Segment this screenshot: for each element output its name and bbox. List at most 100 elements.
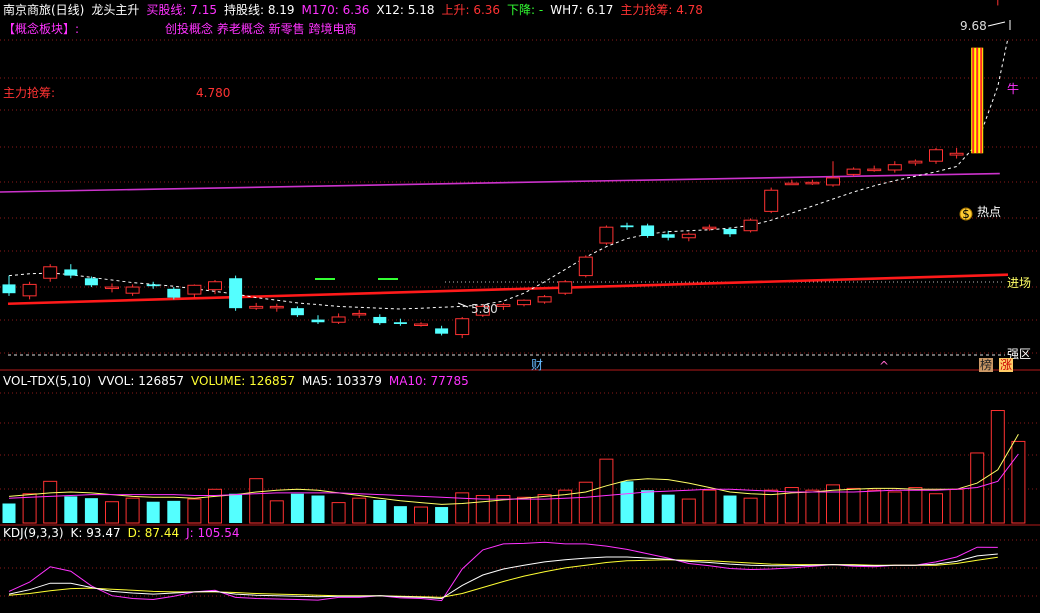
- candle-1[interactable]: [22, 283, 37, 297]
- vol-bar-0[interactable]: [2, 503, 16, 523]
- candle-31[interactable]: [641, 225, 655, 236]
- vol-bar-9[interactable]: [187, 498, 202, 524]
- vol-bar-36[interactable]: [743, 497, 758, 524]
- candle-10[interactable]: [208, 281, 222, 291]
- candle-46[interactable]: [949, 152, 964, 156]
- vol-bar-35[interactable]: [723, 495, 737, 523]
- candle-7[interactable]: [146, 284, 160, 287]
- vol-bar-14[interactable]: [290, 493, 304, 523]
- kdj-d-line: [8, 556, 998, 598]
- candle-35[interactable]: [723, 228, 737, 235]
- candle-20[interactable]: [414, 323, 428, 326]
- vol-bar-21[interactable]: [435, 507, 449, 523]
- vol-bar-3[interactable]: [64, 496, 78, 523]
- main-force-label: 主力抢筹:: [3, 85, 55, 100]
- header-item-5: X12: 5.18: [376, 3, 434, 17]
- vol-bar-18[interactable]: [373, 499, 387, 523]
- candle-43[interactable]: [887, 164, 902, 171]
- candle-26[interactable]: [537, 296, 552, 303]
- candle-17[interactable]: [352, 312, 367, 316]
- candle-33[interactable]: [681, 233, 696, 239]
- candle-24[interactable]: [496, 304, 511, 307]
- vol-bar-25[interactable]: [517, 496, 531, 524]
- candle-41[interactable]: [846, 168, 861, 175]
- vol-bar-31[interactable]: [641, 490, 655, 523]
- candle-18[interactable]: [373, 316, 387, 324]
- vol-bar-17[interactable]: [352, 497, 367, 524]
- vol-ma5-line: [8, 434, 1019, 505]
- candle-19[interactable]: [393, 322, 407, 324]
- candle-27[interactable]: [558, 281, 573, 294]
- vol-bar-12[interactable]: [249, 478, 264, 524]
- candle-12[interactable]: [249, 305, 264, 309]
- vol-bar-5[interactable]: [105, 501, 119, 524]
- stock-chart[interactable]: $ 南京商旅(日线) 龙头主升 买股线: 7.15 持股线: 8.19 M170: 6.…: [0, 0, 1040, 613]
- candle-39[interactable]: [805, 181, 820, 185]
- candle-30[interactable]: [620, 225, 634, 228]
- candle-11[interactable]: [229, 278, 243, 309]
- candle-28[interactable]: [578, 256, 593, 277]
- candle-22[interactable]: [455, 318, 470, 336]
- vol-bar-37[interactable]: [764, 489, 779, 524]
- vol-bar-15[interactable]: [311, 495, 325, 523]
- vol-bar-43[interactable]: [887, 491, 902, 524]
- vol-bar-19[interactable]: [393, 506, 407, 523]
- vol-bar-11[interactable]: [229, 493, 243, 523]
- vol-bar-32[interactable]: [661, 494, 675, 523]
- vol-bar-28[interactable]: [578, 481, 593, 524]
- candle-29[interactable]: [599, 226, 614, 244]
- vol-bar-42[interactable]: [867, 489, 882, 524]
- candle-5[interactable]: [105, 286, 119, 290]
- vol-bar-44[interactable]: [908, 487, 923, 524]
- candle-9[interactable]: [187, 284, 202, 295]
- vol-bar-33[interactable]: [681, 498, 696, 524]
- vol-bar-20[interactable]: [414, 506, 428, 524]
- candle-8[interactable]: [167, 288, 181, 298]
- candle-40[interactable]: [826, 177, 840, 186]
- vol-bar-10[interactable]: [208, 488, 222, 524]
- candle-25[interactable]: [517, 299, 531, 306]
- candle-32[interactable]: [661, 234, 675, 238]
- candle-44[interactable]: [908, 160, 923, 164]
- vol-bar-16[interactable]: [331, 502, 346, 524]
- candle-14[interactable]: [290, 308, 304, 316]
- candle-6[interactable]: [125, 286, 140, 294]
- candle-42[interactable]: [867, 168, 882, 172]
- candle-34[interactable]: [702, 226, 717, 230]
- vol-bar-46[interactable]: [949, 488, 964, 524]
- candle-3[interactable]: [64, 269, 78, 276]
- vol-bar-8[interactable]: [167, 500, 181, 523]
- vol-bar-45[interactable]: [929, 493, 943, 524]
- candle-36[interactable]: [743, 219, 758, 232]
- vol-bar-29[interactable]: [599, 458, 614, 524]
- candle-37[interactable]: [764, 189, 779, 212]
- candle-0[interactable]: [2, 284, 16, 294]
- vol-bar-23[interactable]: [475, 495, 490, 524]
- candle-45[interactable]: [929, 149, 943, 162]
- vol-bar-34[interactable]: [702, 489, 717, 524]
- candle-21[interactable]: [435, 328, 449, 334]
- candle-16[interactable]: [331, 316, 346, 323]
- kdj-legend-1: K: 93.47: [71, 526, 121, 540]
- kdj-panel[interactable]: [8, 541, 998, 602]
- volume-panel[interactable]: [2, 410, 1026, 524]
- vol-bar-4[interactable]: [84, 498, 98, 523]
- candle-38[interactable]: [784, 182, 799, 186]
- vol-bar-2[interactable]: [43, 480, 58, 524]
- candle-13[interactable]: [269, 305, 284, 309]
- vol-bar-22[interactable]: [455, 492, 470, 524]
- vol-bar-6[interactable]: [125, 497, 140, 524]
- vol-bar-1[interactable]: [22, 493, 37, 524]
- vol-bar-13[interactable]: [269, 500, 284, 524]
- vol-bar-49[interactable]: [1011, 440, 1026, 524]
- vol-bar-7[interactable]: [146, 501, 160, 523]
- candle-4[interactable]: [84, 278, 98, 286]
- vol-bar-39[interactable]: [805, 489, 820, 524]
- header-item-3: 持股线: 8.19: [224, 2, 295, 17]
- vol-bar-48[interactable]: [990, 410, 1005, 524]
- vol-bar-30[interactable]: [620, 481, 634, 523]
- candle-15[interactable]: [311, 319, 325, 323]
- vol-bar-41[interactable]: [846, 487, 861, 524]
- hotspot-label: 热点: [977, 205, 1001, 219]
- candle-2[interactable]: [43, 266, 58, 279]
